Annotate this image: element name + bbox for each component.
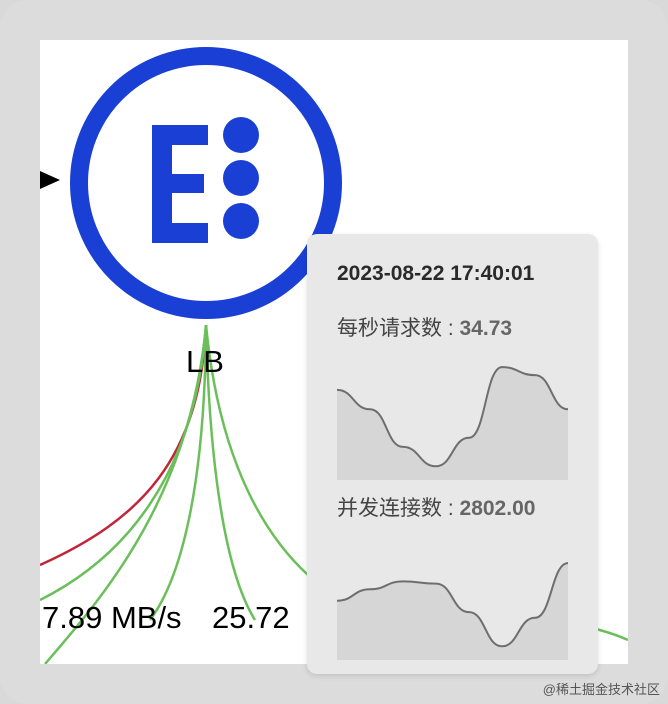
metric-connections-value: 2802.00 <box>459 497 536 520</box>
metrics-tooltip: 2023-08-22 17:40:01 每秒请求数 : 34.73 并发连接数 … <box>307 234 598 674</box>
requests-sparkline <box>337 366 568 480</box>
watermark-text: @稀土掘金技术社区 <box>542 682 660 697</box>
edge-throughput-label: 7.89 MB/s <box>42 600 182 635</box>
node-ring[interactable] <box>70 47 342 319</box>
metric-requests-value: 34.73 <box>459 317 513 340</box>
metric-requests-per-second: 每秒请求数 : 34.73 <box>337 312 512 342</box>
node-label: LB <box>186 344 224 379</box>
connections-sparkline-area <box>337 563 568 660</box>
screenshot-frame: LB 7.89 MB/s 25.72 2023-08-22 17:40:01 每… <box>0 0 668 704</box>
edge-ok-1[interactable] <box>40 324 208 602</box>
incoming-edge-arrow-icon <box>40 171 60 189</box>
metric-concurrent-connections: 并发连接数 : 2802.00 <box>337 492 535 522</box>
metric-requests-label: 每秒请求数 : <box>337 317 460 340</box>
requests-sparkline-area <box>337 367 568 480</box>
edge-rate-label: 25.72 <box>212 600 290 635</box>
connections-sparkline <box>337 562 568 660</box>
tooltip-timestamp: 2023-08-22 17:40:01 <box>337 262 535 285</box>
metric-connections-label: 并发连接数 : <box>337 497 460 520</box>
